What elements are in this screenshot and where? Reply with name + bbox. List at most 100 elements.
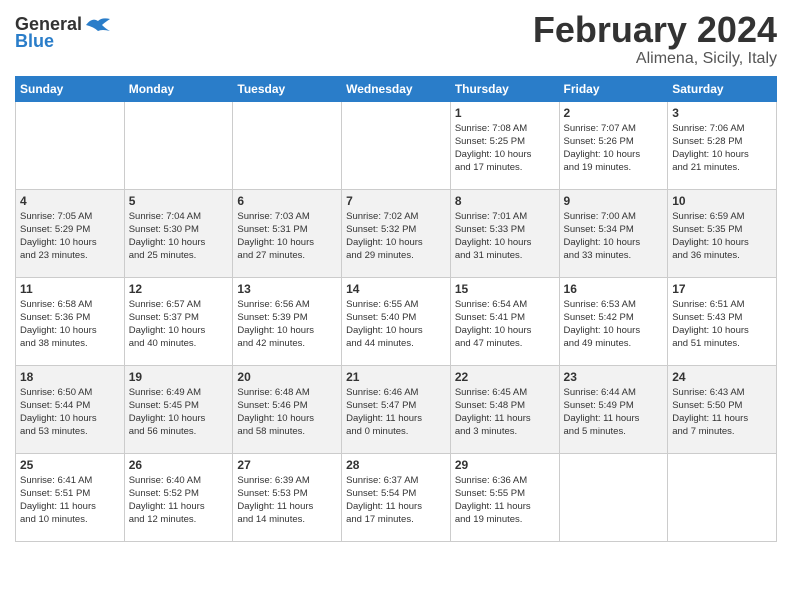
calendar-cell: 26 Sunrise: 6:40 AM Sunset: 5:52 PM Dayli… <box>124 453 233 541</box>
day-number: 12 <box>129 282 229 296</box>
calendar-cell: 13Sunrise: 6:56 AM Sunset: 5:39 PM Dayli… <box>233 277 342 365</box>
col-header-wednesday: Wednesday <box>342 76 451 101</box>
day-info: Sunrise: 6:36 AM Sunset: 5:55 PM Dayligh… <box>455 474 555 527</box>
calendar-cell: 1 Sunrise: 7:08 AM Sunset: 5:25 PM Daylig… <box>450 101 559 189</box>
calendar-cell: 18 Sunrise: 6:50 AM Sunset: 5:44 PM Dayli… <box>16 365 125 453</box>
calendar-cell: 25 Sunrise: 6:41 AM Sunset: 5:51 PM Dayli… <box>16 453 125 541</box>
day-info: Sunrise: 7:06 AM Sunset: 5:28 PM Dayligh… <box>672 122 772 175</box>
month-title: February 2024 <box>533 10 777 50</box>
day-info: Sunrise: 6:37 AM Sunset: 5:54 PM Dayligh… <box>346 474 446 527</box>
day-info: Sunrise: 6:44 AM Sunset: 5:49 PM Dayligh… <box>564 386 664 439</box>
calendar-cell: 14Sunrise: 6:55 AM Sunset: 5:40 PM Dayli… <box>342 277 451 365</box>
col-header-tuesday: Tuesday <box>233 76 342 101</box>
day-info: Sunrise: 6:49 AM Sunset: 5:45 PM Dayligh… <box>129 386 229 439</box>
day-number: 23 <box>564 370 664 384</box>
day-number: 8 <box>455 194 555 208</box>
day-number: 16 <box>564 282 664 296</box>
day-info: Sunrise: 7:05 AM Sunset: 5:29 PM Dayligh… <box>20 210 120 263</box>
col-header-thursday: Thursday <box>450 76 559 101</box>
calendar-cell: 8Sunrise: 7:01 AM Sunset: 5:33 PM Daylig… <box>450 189 559 277</box>
calendar-cell: 5 Sunrise: 7:04 AM Sunset: 5:30 PM Daylig… <box>124 189 233 277</box>
day-number: 6 <box>237 194 337 208</box>
day-info: Sunrise: 6:55 AM Sunset: 5:40 PM Dayligh… <box>346 298 446 351</box>
day-number: 20 <box>237 370 337 384</box>
calendar-cell <box>342 101 451 189</box>
calendar-header-row: SundayMondayTuesdayWednesdayThursdayFrid… <box>16 76 777 101</box>
logo: General Blue <box>15 14 112 52</box>
day-number: 2 <box>564 106 664 120</box>
day-info: Sunrise: 6:51 AM Sunset: 5:43 PM Dayligh… <box>672 298 772 351</box>
calendar-cell: 2 Sunrise: 7:07 AM Sunset: 5:26 PM Daylig… <box>559 101 668 189</box>
calendar-cell: 16 Sunrise: 6:53 AM Sunset: 5:42 PM Dayli… <box>559 277 668 365</box>
day-number: 5 <box>129 194 229 208</box>
calendar-cell: 7 Sunrise: 7:02 AM Sunset: 5:32 PM Daylig… <box>342 189 451 277</box>
calendar-week-row: 1 Sunrise: 7:08 AM Sunset: 5:25 PM Daylig… <box>16 101 777 189</box>
day-info: Sunrise: 7:07 AM Sunset: 5:26 PM Dayligh… <box>564 122 664 175</box>
day-number: 4 <box>20 194 120 208</box>
calendar-cell: 20 Sunrise: 6:48 AM Sunset: 5:46 PM Dayli… <box>233 365 342 453</box>
day-number: 27 <box>237 458 337 472</box>
calendar-cell: 9 Sunrise: 7:00 AM Sunset: 5:34 PM Daylig… <box>559 189 668 277</box>
day-number: 3 <box>672 106 772 120</box>
day-info: Sunrise: 6:45 AM Sunset: 5:48 PM Dayligh… <box>455 386 555 439</box>
calendar-cell: 15Sunrise: 6:54 AM Sunset: 5:41 PM Dayli… <box>450 277 559 365</box>
calendar-table: SundayMondayTuesdayWednesdayThursdayFrid… <box>15 76 777 542</box>
calendar-cell: 3 Sunrise: 7:06 AM Sunset: 5:28 PM Daylig… <box>668 101 777 189</box>
calendar-week-row: 11 Sunrise: 6:58 AM Sunset: 5:36 PM Dayli… <box>16 277 777 365</box>
day-info: Sunrise: 6:43 AM Sunset: 5:50 PM Dayligh… <box>672 386 772 439</box>
day-number: 17 <box>672 282 772 296</box>
calendar-cell <box>233 101 342 189</box>
calendar-cell: 29 Sunrise: 6:36 AM Sunset: 5:55 PM Dayli… <box>450 453 559 541</box>
day-info: Sunrise: 6:39 AM Sunset: 5:53 PM Dayligh… <box>237 474 337 527</box>
day-info: Sunrise: 6:46 AM Sunset: 5:47 PM Dayligh… <box>346 386 446 439</box>
col-header-monday: Monday <box>124 76 233 101</box>
day-info: Sunrise: 6:53 AM Sunset: 5:42 PM Dayligh… <box>564 298 664 351</box>
calendar-cell <box>124 101 233 189</box>
col-header-saturday: Saturday <box>668 76 777 101</box>
day-number: 24 <box>672 370 772 384</box>
calendar-cell <box>668 453 777 541</box>
calendar-cell: 10 Sunrise: 6:59 AM Sunset: 5:35 PM Dayli… <box>668 189 777 277</box>
calendar-cell <box>559 453 668 541</box>
calendar-cell: 6Sunrise: 7:03 AM Sunset: 5:31 PM Daylig… <box>233 189 342 277</box>
calendar-week-row: 4 Sunrise: 7:05 AM Sunset: 5:29 PM Daylig… <box>16 189 777 277</box>
day-info: Sunrise: 6:48 AM Sunset: 5:46 PM Dayligh… <box>237 386 337 439</box>
day-number: 25 <box>20 458 120 472</box>
day-info: Sunrise: 7:00 AM Sunset: 5:34 PM Dayligh… <box>564 210 664 263</box>
day-info: Sunrise: 7:04 AM Sunset: 5:30 PM Dayligh… <box>129 210 229 263</box>
day-info: Sunrise: 7:08 AM Sunset: 5:25 PM Dayligh… <box>455 122 555 175</box>
day-info: Sunrise: 6:50 AM Sunset: 5:44 PM Dayligh… <box>20 386 120 439</box>
day-info: Sunrise: 6:58 AM Sunset: 5:36 PM Dayligh… <box>20 298 120 351</box>
calendar-cell: 11 Sunrise: 6:58 AM Sunset: 5:36 PM Dayli… <box>16 277 125 365</box>
day-info: Sunrise: 6:59 AM Sunset: 5:35 PM Dayligh… <box>672 210 772 263</box>
day-number: 18 <box>20 370 120 384</box>
day-number: 7 <box>346 194 446 208</box>
calendar-week-row: 25 Sunrise: 6:41 AM Sunset: 5:51 PM Dayli… <box>16 453 777 541</box>
day-info: Sunrise: 6:40 AM Sunset: 5:52 PM Dayligh… <box>129 474 229 527</box>
day-number: 19 <box>129 370 229 384</box>
calendar-cell: 12 Sunrise: 6:57 AM Sunset: 5:37 PM Dayli… <box>124 277 233 365</box>
day-info: Sunrise: 6:57 AM Sunset: 5:37 PM Dayligh… <box>129 298 229 351</box>
calendar-cell: 22Sunrise: 6:45 AM Sunset: 5:48 PM Dayli… <box>450 365 559 453</box>
day-number: 29 <box>455 458 555 472</box>
day-number: 10 <box>672 194 772 208</box>
day-number: 1 <box>455 106 555 120</box>
calendar-cell: 19 Sunrise: 6:49 AM Sunset: 5:45 PM Dayli… <box>124 365 233 453</box>
day-number: 28 <box>346 458 446 472</box>
day-info: Sunrise: 7:02 AM Sunset: 5:32 PM Dayligh… <box>346 210 446 263</box>
calendar-cell: 23 Sunrise: 6:44 AM Sunset: 5:49 PM Dayli… <box>559 365 668 453</box>
calendar-cell <box>16 101 125 189</box>
col-header-sunday: Sunday <box>16 76 125 101</box>
location-subtitle: Alimena, Sicily, Italy <box>533 50 777 68</box>
logo-bird-icon <box>84 15 112 35</box>
day-info: Sunrise: 6:41 AM Sunset: 5:51 PM Dayligh… <box>20 474 120 527</box>
title-block: February 2024 Alimena, Sicily, Italy <box>533 10 777 68</box>
calendar-week-row: 18 Sunrise: 6:50 AM Sunset: 5:44 PM Dayli… <box>16 365 777 453</box>
calendar-cell: 24 Sunrise: 6:43 AM Sunset: 5:50 PM Dayli… <box>668 365 777 453</box>
day-number: 11 <box>20 282 120 296</box>
day-number: 9 <box>564 194 664 208</box>
day-number: 26 <box>129 458 229 472</box>
page-header: General Blue February 2024 Alimena, Sici… <box>15 10 777 68</box>
day-number: 21 <box>346 370 446 384</box>
col-header-friday: Friday <box>559 76 668 101</box>
